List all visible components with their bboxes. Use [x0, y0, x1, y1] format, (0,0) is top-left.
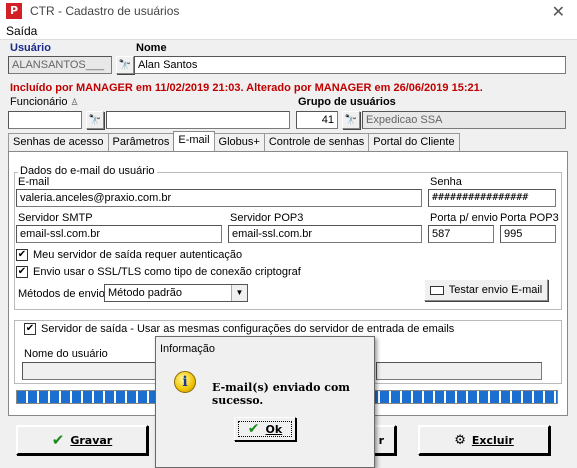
chevron-down-icon: ▼	[231, 285, 247, 301]
senha-saida-field	[376, 362, 542, 380]
close-icon[interactable]: ✕	[552, 2, 565, 22]
checkmark-icon: ✔	[51, 431, 65, 449]
funcionario-label: Funcionário ♙	[10, 96, 79, 108]
metodos-select-value: Método padrão	[108, 287, 182, 299]
envelope-icon	[429, 285, 444, 295]
email-label: E-mail	[18, 176, 50, 188]
saida-checkbox[interactable]: ✔	[24, 323, 36, 335]
email-field[interactable]: valeria.anceles@praxio.com.br	[16, 189, 422, 207]
nome-usuario-label: Nome do usuário	[24, 348, 108, 360]
binoculars-icon: 🔭	[344, 114, 358, 126]
usuario-search-button[interactable]: 🔭	[116, 56, 134, 74]
binoculars-icon: 🔭	[88, 114, 102, 126]
pop3-label: Servidor POP3	[230, 212, 304, 224]
nome-label: Nome	[136, 42, 167, 54]
metodos-select[interactable]: Método padrão ▼	[104, 284, 248, 302]
smtp-field[interactable]: email-ssl.com.br	[16, 225, 222, 243]
grupo-label: Grupo de usuários	[298, 96, 396, 108]
audit-note: Incluído por MANAGER em 11/02/2019 21:03…	[10, 82, 483, 94]
tab-globus[interactable]: Globus+	[213, 133, 265, 151]
grupo-name-field: Expedicao SSA	[362, 111, 566, 129]
porta-envio-field[interactable]: 587	[428, 225, 494, 243]
partial-hidden-label: r	[378, 433, 384, 447]
pop3-field[interactable]: email-ssl.com.br	[228, 225, 422, 243]
nome-field[interactable]: Alan Santos	[134, 56, 566, 74]
usuario-label: Usuário	[10, 42, 51, 54]
porta-pop3-label: Porta POP3	[500, 212, 559, 224]
ssl-checkbox-row[interactable]: ✔ Envio usar o SSL/TLS como tipo de cone…	[16, 266, 301, 278]
dialog-title: Informação	[160, 343, 216, 355]
tab-portal-cliente[interactable]: Portal do Cliente	[368, 133, 460, 151]
app-icon: P	[6, 3, 22, 19]
smtp-label: Servidor SMTP	[18, 212, 93, 224]
usuario-field[interactable]: ALANSANTOS___	[8, 56, 112, 74]
binoculars-icon: 🔭	[118, 59, 132, 71]
nome-usuario-field	[22, 362, 156, 380]
ok-button[interactable]: ✔ Ok	[234, 417, 296, 441]
grupo-search-button[interactable]: 🔭	[342, 111, 360, 129]
porta-envio-label: Porta p/ envio	[430, 212, 498, 224]
funcionario-code-field[interactable]	[8, 111, 82, 129]
funcionario-name-field[interactable]	[106, 111, 290, 129]
funcionario-search-button[interactable]: 🔭	[86, 111, 104, 129]
dialog-message: E-mail(s) enviado com sucesso.	[212, 381, 350, 407]
title-bar: P CTR - Cadastro de usuários ✕	[0, 0, 577, 22]
auth-checkbox-row[interactable]: ✔ Meu servidor de saída requer autentica…	[16, 249, 242, 261]
info-dialog: Informação i E-mail(s) enviado com suces…	[155, 336, 375, 468]
saida-checkbox-label: Servidor de saída - Usar as mesmas confi…	[41, 323, 455, 335]
ok-label: Ok	[265, 422, 283, 436]
porta-pop3-field[interactable]: 995	[500, 225, 556, 243]
saida-checkbox-row[interactable]: ✔ Servidor de saída - Usar as mesmas con…	[22, 323, 457, 335]
tab-parametros[interactable]: Parâmetros	[107, 133, 175, 151]
delete-user-icon: ⚙	[454, 432, 466, 448]
menu-bar: Saída	[0, 22, 577, 40]
tab-senhas-acesso[interactable]: Senhas de acesso	[8, 133, 109, 151]
gravar-button[interactable]: ✔ Gravar	[16, 425, 148, 455]
gravar-label: Gravar	[70, 433, 113, 447]
metodos-label: Métodos de envio	[18, 288, 105, 300]
testar-envio-button[interactable]: Testar envio E-mail	[424, 279, 548, 301]
window-title: CTR - Cadastro de usuários	[30, 4, 180, 18]
info-icon: i	[174, 371, 196, 393]
tab-controle-senhas[interactable]: Controle de senhas	[263, 133, 370, 151]
grupo-code-field[interactable]: 41	[296, 111, 338, 129]
testar-envio-label: Testar envio E-mail	[448, 284, 543, 296]
excluir-label: Excluir	[471, 433, 514, 447]
auth-checkbox-label: Meu servidor de saída requer autenticaçã…	[33, 249, 243, 261]
senha-field[interactable]: ################	[428, 189, 556, 207]
ssl-checkbox[interactable]: ✔	[16, 266, 28, 278]
tab-email[interactable]: E-mail	[173, 131, 215, 151]
menu-saida[interactable]: Saída	[6, 24, 37, 38]
auth-checkbox[interactable]: ✔	[16, 249, 28, 261]
tab-strip: Senhas de acesso Parâmetros E-mail Globu…	[8, 131, 460, 151]
excluir-button[interactable]: ⚙ Excluir	[418, 425, 550, 455]
ssl-checkbox-label: Envio usar o SSL/TLS como tipo de conexã…	[33, 266, 301, 278]
person-icon: ♙	[70, 97, 79, 107]
senha-label: Senha	[430, 176, 462, 188]
checkmark-icon: ✔	[247, 421, 260, 437]
